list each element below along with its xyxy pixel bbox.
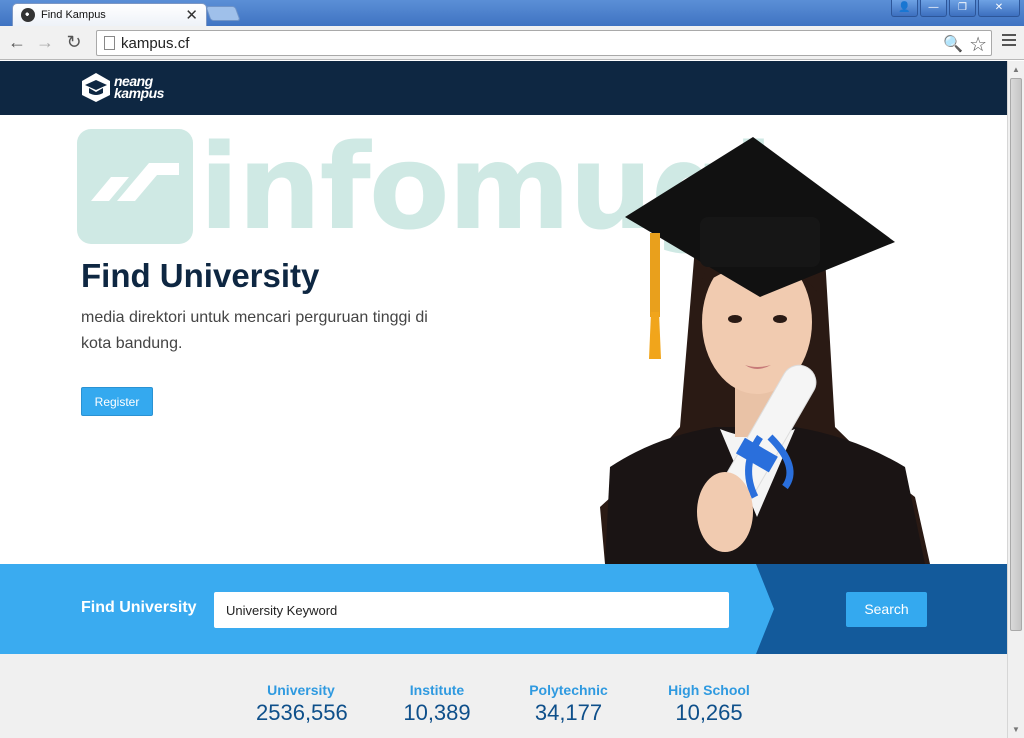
address-bar[interactable]: kampus.cf 🔍 ☆ xyxy=(96,30,992,56)
page-viewport: neang kampus infomugi Find University me… xyxy=(0,61,1007,738)
restore-button[interactable]: ❐ xyxy=(949,0,976,17)
user-icon[interactable]: 👤 xyxy=(891,0,918,17)
stat-value: 2536,556 xyxy=(256,700,348,725)
zoom-icon[interactable]: 🔍 xyxy=(943,34,963,54)
stat-high-school: High School 10,265 xyxy=(665,682,753,726)
page-icon xyxy=(104,36,115,50)
forward-button[interactable]: → xyxy=(34,31,56,53)
page-scrollbar[interactable]: ▲ ▼ xyxy=(1007,61,1024,738)
hero-subtitle: media direktori untuk mencari perguruan … xyxy=(81,309,428,352)
logo-line-2: kampus xyxy=(114,85,164,101)
graduation-cap-logo-icon xyxy=(82,73,110,102)
stat-label: Polytechnic xyxy=(529,682,608,698)
stat-value: 10,265 xyxy=(675,700,743,725)
stat-polytechnic: Polytechnic 34,177 xyxy=(526,682,611,726)
reload-button[interactable]: ↻ xyxy=(63,31,85,53)
menu-icon[interactable] xyxy=(1002,34,1016,48)
stat-institute: Institute 10,389 xyxy=(397,682,477,726)
tab-title: Find Kampus xyxy=(41,9,106,21)
register-button[interactable]: Register xyxy=(81,387,153,416)
scroll-down-arrow-icon[interactable]: ▼ xyxy=(1012,725,1020,734)
site-logo[interactable]: neang kampus xyxy=(80,71,164,103)
url-text[interactable]: kampus.cf xyxy=(121,35,189,52)
back-button[interactable]: ← xyxy=(6,31,28,53)
scroll-up-arrow-icon[interactable]: ▲ xyxy=(1012,65,1020,74)
stat-value: 34,177 xyxy=(534,700,603,725)
stat-university: University 2536,556 xyxy=(256,682,348,726)
bookmark-star-icon[interactable]: ☆ xyxy=(969,32,987,57)
hero-section: infomugi Find University media direktori… xyxy=(0,115,1007,564)
stat-label: Institute xyxy=(409,682,465,698)
close-tab-icon[interactable]: ✕ xyxy=(185,6,198,24)
logo-text: neang kampus xyxy=(114,74,164,101)
close-window-button[interactable]: ✕ xyxy=(978,0,1020,17)
stat-label: High School xyxy=(668,682,750,698)
stat-label: University xyxy=(267,682,335,698)
browser-tab[interactable]: Find Kampus ✕ xyxy=(12,3,207,26)
window-controls: 👤 — ❐ ✕ xyxy=(891,0,1020,17)
site-header: neang kampus xyxy=(0,61,1007,115)
minimize-button[interactable]: — xyxy=(920,0,947,17)
browser-titlebar: Find Kampus ✕ 👤 — ❐ ✕ xyxy=(0,0,1024,26)
stats-section: University 2536,556 Institute 10,389 Pol… xyxy=(0,654,1007,738)
search-band: Find University Search xyxy=(0,564,1007,654)
search-band-arrow xyxy=(756,564,774,654)
search-button[interactable]: Search xyxy=(846,592,927,627)
search-label: Find University xyxy=(81,599,197,616)
globe-icon xyxy=(21,8,35,22)
hero-title: Find University xyxy=(81,257,320,294)
scroll-thumb[interactable] xyxy=(1010,78,1022,631)
university-keyword-input[interactable] xyxy=(214,592,729,628)
stat-value: 10,389 xyxy=(403,700,471,725)
watermark-logo-icon xyxy=(77,129,193,244)
graduate-student-photo xyxy=(600,137,930,564)
browser-toolbar: ← → ↻ kampus.cf 🔍 ☆ xyxy=(0,26,1024,60)
new-tab-button[interactable] xyxy=(205,6,241,21)
